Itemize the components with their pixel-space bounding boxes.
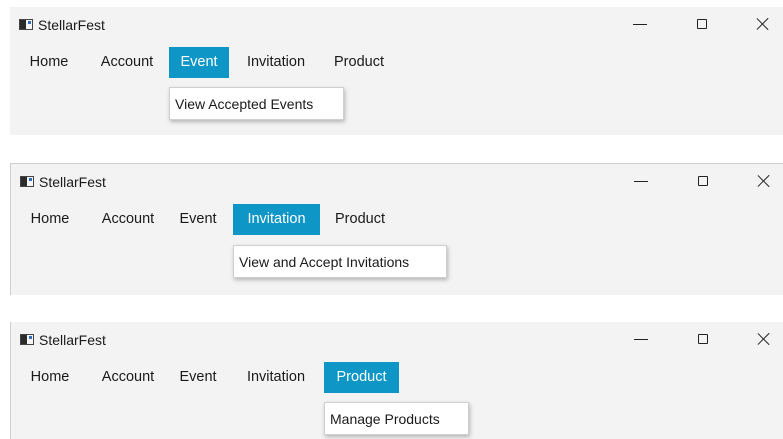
- maximize-button[interactable]: [682, 7, 722, 41]
- maximize-button[interactable]: [683, 164, 723, 198]
- menu-invitation[interactable]: Invitation: [239, 47, 313, 78]
- close-icon: [757, 332, 771, 346]
- menu-home[interactable]: Home: [24, 47, 74, 78]
- title-bar: StellarFest: [10, 7, 783, 41]
- menu-bar: Home Account Event Invitation Product: [10, 47, 783, 78]
- menu-item-view-accepted-events[interactable]: View Accepted Events: [169, 87, 344, 120]
- minimize-button[interactable]: [621, 322, 661, 356]
- menu-item-view-and-accept-invitations[interactable]: View and Accept Invitations: [233, 245, 447, 278]
- menu-home[interactable]: Home: [25, 362, 75, 393]
- menu-event[interactable]: Event: [173, 362, 223, 393]
- menu-account[interactable]: Account: [95, 362, 161, 393]
- app-icon: [20, 176, 34, 187]
- window-invitation-menu: StellarFest Home Account Event Invitatio…: [10, 163, 783, 295]
- menu-product[interactable]: Product: [324, 362, 399, 393]
- close-button[interactable]: [744, 164, 783, 198]
- close-button[interactable]: [744, 322, 783, 356]
- minimize-icon: [634, 180, 648, 182]
- minimize-button[interactable]: [621, 164, 661, 198]
- menu-invitation[interactable]: Invitation: [239, 362, 313, 393]
- menu-event[interactable]: Event: [169, 47, 229, 78]
- menu-invitation[interactable]: Invitation: [233, 204, 320, 235]
- menu-home[interactable]: Home: [25, 204, 75, 235]
- window-event-menu: StellarFest Home Account Event Invitatio…: [10, 7, 783, 135]
- minimize-icon: [634, 338, 648, 340]
- close-button[interactable]: [743, 7, 783, 41]
- maximize-icon: [698, 334, 708, 344]
- minimize-icon: [633, 23, 647, 25]
- menu-product[interactable]: Product: [329, 204, 391, 235]
- maximize-button[interactable]: [683, 322, 723, 356]
- menu-bar: Home Account Event Invitation Product: [11, 362, 783, 393]
- menu-product[interactable]: Product: [328, 47, 390, 78]
- menu-bar: Home Account Event Invitation Product: [11, 204, 783, 235]
- menu-account[interactable]: Account: [94, 47, 160, 78]
- app-icon: [20, 334, 34, 345]
- maximize-icon: [698, 176, 708, 186]
- menu-item-manage-products[interactable]: Manage Products: [324, 402, 469, 435]
- maximize-icon: [697, 19, 707, 29]
- window-product-menu: StellarFest Home Account Event Invitatio…: [10, 322, 783, 439]
- app-icon: [19, 19, 33, 30]
- close-icon: [757, 174, 771, 188]
- menu-event[interactable]: Event: [173, 204, 223, 235]
- title-bar: StellarFest: [11, 322, 783, 356]
- minimize-button[interactable]: [620, 7, 660, 41]
- menu-account[interactable]: Account: [95, 204, 161, 235]
- window-title: StellarFest: [38, 17, 105, 33]
- window-title: StellarFest: [39, 174, 106, 190]
- window-title: StellarFest: [39, 332, 106, 348]
- title-bar: StellarFest: [11, 164, 783, 198]
- close-icon: [756, 17, 770, 31]
